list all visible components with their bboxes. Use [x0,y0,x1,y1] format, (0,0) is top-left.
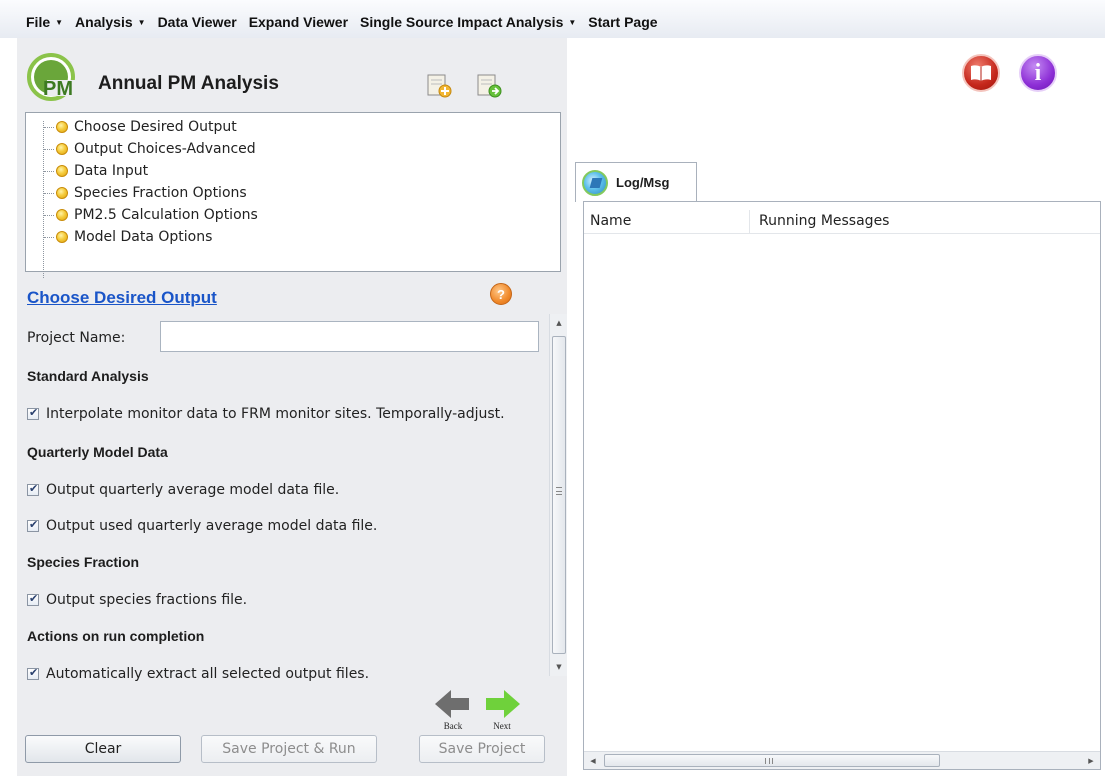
project-name-input[interactable] [160,321,539,352]
node-bullet-icon [56,231,68,243]
save-project-and-run-button[interactable]: Save Project & Run [201,735,377,763]
back-button[interactable]: Back [433,688,473,734]
menu-expand-viewer[interactable]: Expand Viewer [249,14,348,30]
pm-logo-icon: PM [27,53,79,101]
chevron-down-icon: ▼ [55,18,64,27]
left-panel: PM Annual PM Analysis Choose Desired Out… [17,38,567,776]
checkbox[interactable]: ✔ [27,406,39,420]
book-icon[interactable] [962,54,1000,92]
log-tab-icon [582,169,608,196]
checkmark-icon: ✔ [29,666,39,679]
info-icon[interactable]: i [1019,54,1057,92]
page-title: Annual PM Analysis [98,73,279,94]
tree-item-species-fraction-options[interactable]: Species Fraction Options [26,182,247,204]
node-bullet-icon [56,143,68,155]
node-bullet-icon [56,165,68,177]
form-area: Project Name: Standard Analysis ✔ Interp… [17,314,551,714]
next-arrow-icon [486,690,520,718]
back-label: Back [443,721,463,731]
menu-single-source-impact-analysis[interactable]: Single Source Impact Analysis ▼ [360,14,576,30]
output-used-quarterly-average-checkbox[interactable]: ✔ Output used quarterly average model da… [27,518,377,534]
menu-start-page[interactable]: Start Page [588,14,657,30]
menu-data-viewer[interactable]: Data Viewer [158,14,237,30]
tab-log-msg[interactable]: Log/Msg [575,162,697,202]
interpolate-monitor-data-checkbox[interactable]: ✔ Interpolate monitor data to FRM monito… [27,406,505,422]
checkbox[interactable]: ✔ [27,666,39,680]
navigation-tree: Choose Desired Output Output Choices-Adv… [25,112,561,278]
log-table-header: Name Running Messages [584,210,1100,234]
standard-analysis-heading: Standard Analysis [27,368,149,384]
checkbox[interactable]: ✔ [27,482,39,496]
chevron-down-icon: ▼ [137,18,146,27]
tree-item-pm25-calculation-options[interactable]: PM2.5 Calculation Options [26,204,258,226]
horizontal-scrollbar[interactable]: ◀ ▶ [584,751,1100,769]
clear-button[interactable]: Clear [25,735,181,763]
checkmark-icon: ✔ [29,482,39,495]
checkmark-icon: ✔ [29,518,39,531]
project-name-label: Project Name: [27,330,126,346]
scroll-down-arrow-icon[interactable]: ▼ [550,658,568,676]
tree-item-data-input[interactable]: Data Input [26,160,148,182]
checkmark-icon: ✔ [29,592,39,605]
menu-analysis[interactable]: Analysis ▼ [75,14,146,30]
scroll-right-arrow-icon[interactable]: ▶ [1082,752,1100,769]
save-project-button[interactable]: Save Project [419,735,545,763]
chevron-down-icon: ▼ [568,18,577,27]
actions-on-run-completion-heading: Actions on run completion [27,628,205,644]
checkbox[interactable]: ✔ [27,592,39,606]
log-panel: Name Running Messages ◀ ▶ [583,201,1101,770]
node-bullet-icon [56,187,68,199]
checkbox[interactable]: ✔ [27,518,39,532]
tree-item-output-choices-advanced[interactable]: Output Choices-Advanced [26,138,256,160]
tree-item-choose-desired-output[interactable]: Choose Desired Output [26,116,237,138]
vertical-scrollbar[interactable]: ▲ ▼ [549,314,567,676]
section-title[interactable]: Choose Desired Output [27,288,217,308]
species-fraction-heading: Species Fraction [27,554,140,570]
new-document-icon[interactable] [426,72,452,98]
node-bullet-icon [56,209,68,221]
menu-bar: File ▼ Analysis ▼ Data Viewer Expand Viewe… [0,0,1105,38]
logo-text: PM [43,78,73,100]
back-arrow-icon [435,690,469,718]
output-quarterly-average-checkbox[interactable]: ✔ Output quarterly average model data fi… [27,482,339,498]
scroll-up-arrow-icon[interactable]: ▲ [550,314,568,332]
node-bullet-icon [56,121,68,133]
menu-file[interactable]: File ▼ [26,14,63,30]
next-button[interactable]: Next [482,688,522,734]
scroll-left-arrow-icon[interactable]: ◀ [584,752,602,769]
help-icon[interactable]: ? [490,283,512,305]
column-header-name[interactable]: Name [590,213,631,229]
open-document-icon[interactable] [476,72,502,98]
output-species-fractions-checkbox[interactable]: ✔ Output species fractions file. [27,592,247,608]
column-header-running-messages[interactable]: Running Messages [759,213,889,229]
tree-item-model-data-options[interactable]: Model Data Options [26,226,212,248]
next-label: Next [493,721,511,731]
quarterly-model-data-heading: Quarterly Model Data [27,444,168,460]
checkmark-icon: ✔ [29,406,39,419]
scrollbar-thumb[interactable] [604,754,940,767]
open-book-glyph [971,65,991,81]
scrollbar-thumb[interactable] [552,336,566,654]
auto-extract-output-checkbox[interactable]: ✔ Automatically extract all selected out… [27,666,369,682]
